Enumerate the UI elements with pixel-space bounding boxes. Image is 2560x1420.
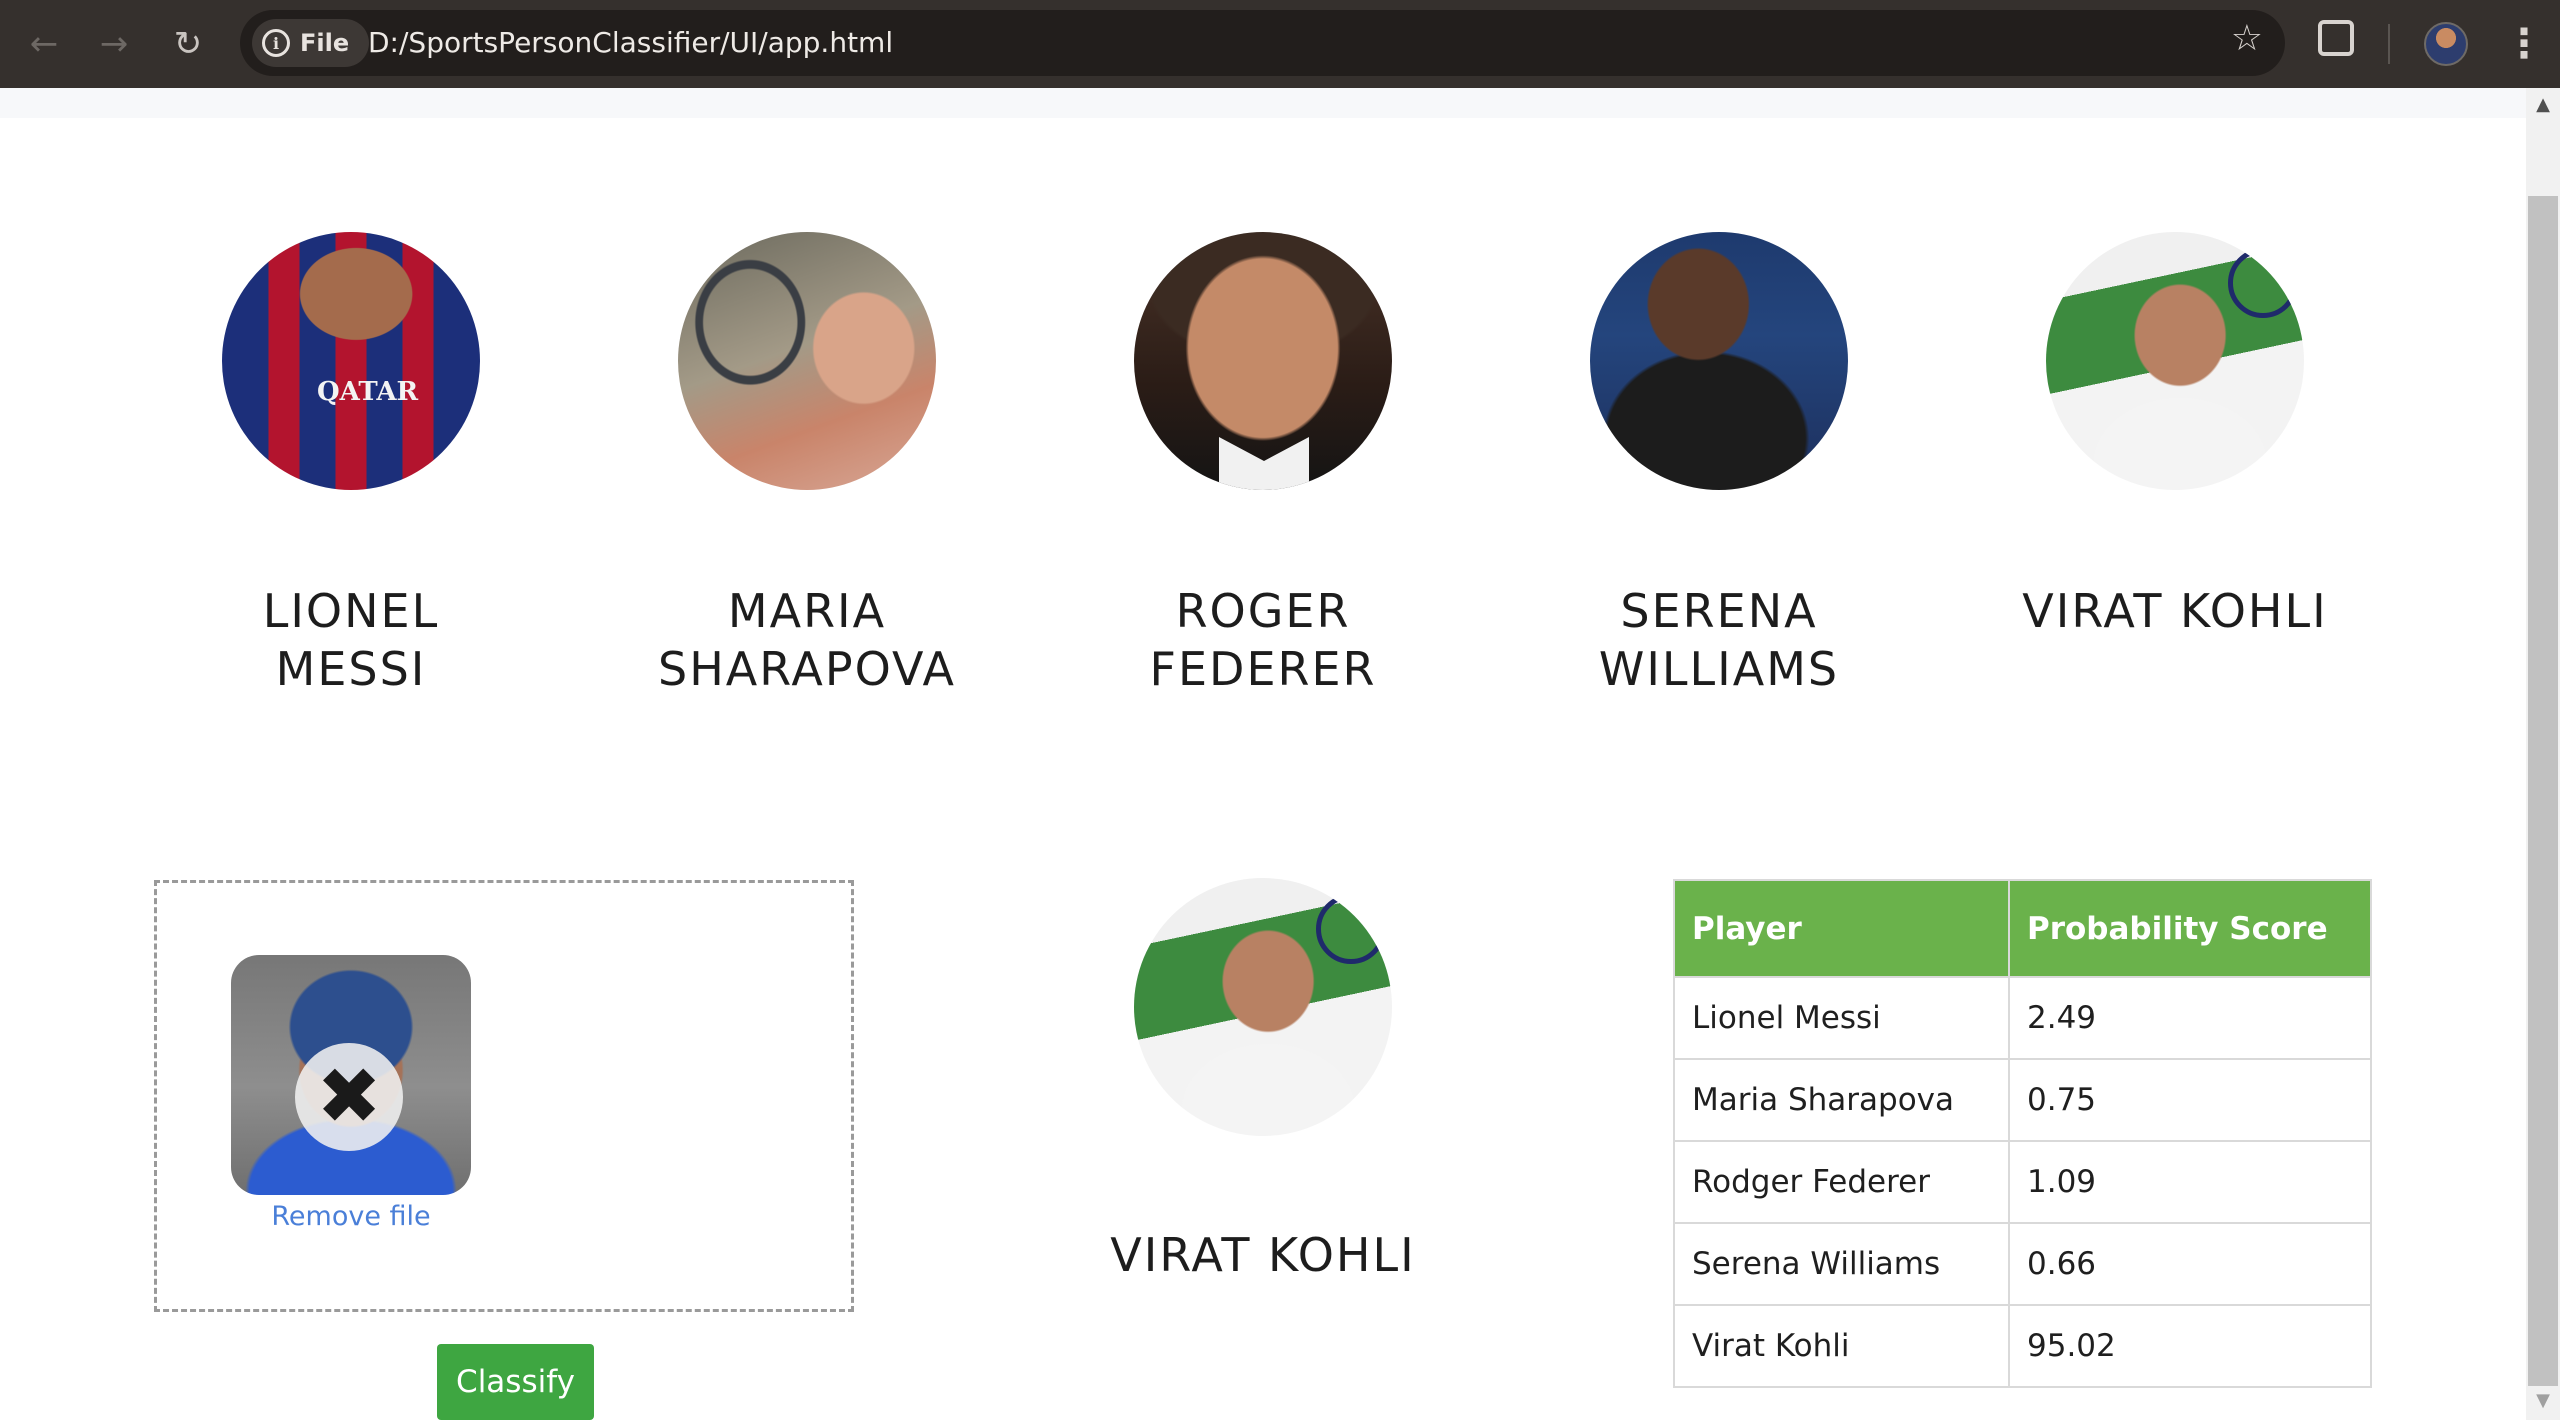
probability-table: Player Probability Score Lionel Messi 2.… bbox=[1673, 879, 2372, 1388]
player-first-name: MARIA bbox=[727, 584, 887, 638]
classify-button[interactable]: Classify bbox=[437, 1344, 594, 1420]
scrollbar-thumb[interactable] bbox=[2528, 196, 2558, 1386]
column-header-player: Player bbox=[1673, 879, 2010, 978]
forward-icon[interactable]: → bbox=[88, 18, 140, 70]
address-bar[interactable]: i File D:/SportsPersonClassifier/UI/app.… bbox=[240, 10, 2285, 76]
result-player-name: VIRAT KOHLI bbox=[1110, 1228, 1416, 1282]
player-name: ROGER FEDERER bbox=[1035, 582, 1491, 698]
profile-avatar[interactable] bbox=[2424, 22, 2468, 66]
player-first-name: LIONEL bbox=[262, 584, 440, 638]
jersey-text: QATAR bbox=[317, 377, 419, 407]
more-menu-icon[interactable]: ⋮ bbox=[2504, 20, 2544, 68]
player-last-name: WILLIAMS bbox=[1598, 642, 1840, 696]
remove-file-link[interactable]: Remove file bbox=[231, 1201, 471, 1232]
table-row: Lionel Messi 2.49 bbox=[1673, 976, 2372, 1060]
reload-icon[interactable]: ↻ bbox=[162, 18, 214, 70]
player-card-serena: SERENA WILLIAMS bbox=[1491, 232, 1947, 698]
classification-result: VIRAT KOHLI bbox=[1035, 878, 1491, 1282]
score-cell: 0.75 bbox=[2008, 1058, 2372, 1142]
player-name: MARIA SHARAPOVA bbox=[579, 582, 1035, 698]
player-full-name: VIRAT KOHLI bbox=[2022, 584, 2328, 638]
table-row: Serena Williams 0.66 bbox=[1673, 1222, 2372, 1306]
player-card-federer: ROGER FEDERER bbox=[1035, 232, 1491, 698]
table-row: Maria Sharapova 0.75 bbox=[1673, 1058, 2372, 1142]
player-photo-federer bbox=[1134, 232, 1392, 490]
player-cell: Serena Williams bbox=[1673, 1222, 2010, 1306]
extensions-icon[interactable] bbox=[2318, 20, 2354, 56]
player-photo-messi: QATAR bbox=[222, 232, 480, 490]
player-photo-sharapova bbox=[678, 232, 936, 490]
table-row: Rodger Federer 1.09 bbox=[1673, 1140, 2372, 1224]
remove-file-icon[interactable]: ✖ bbox=[295, 1043, 403, 1151]
player-name: SERENA WILLIAMS bbox=[1491, 582, 1947, 698]
score-cell: 2.49 bbox=[2008, 976, 2372, 1060]
player-cell: Virat Kohli bbox=[1673, 1304, 2010, 1388]
player-card-sharapova: MARIA SHARAPOVA bbox=[579, 232, 1035, 698]
table-row: Virat Kohli 95.02 bbox=[1673, 1304, 2372, 1388]
column-header-probability: Probability Score bbox=[2008, 879, 2372, 978]
scroll-down-arrow-icon[interactable]: ▼ bbox=[2526, 1390, 2560, 1414]
player-photo-kohli bbox=[2046, 232, 2304, 490]
toolbar-divider bbox=[2388, 24, 2390, 64]
table-header-row: Player Probability Score bbox=[1673, 879, 2372, 978]
page-top-strip bbox=[0, 88, 2526, 118]
browser-toolbar: ← → ↻ i File D:/SportsPersonClassifier/U… bbox=[0, 0, 2560, 88]
result-player-photo bbox=[1134, 878, 1392, 1136]
info-icon: i bbox=[262, 29, 290, 57]
back-icon[interactable]: ← bbox=[18, 18, 70, 70]
player-cell: Lionel Messi bbox=[1673, 976, 2010, 1060]
scroll-up-arrow-icon[interactable]: ▲ bbox=[2526, 94, 2560, 118]
player-cell: Rodger Federer bbox=[1673, 1140, 2010, 1224]
score-cell: 1.09 bbox=[2008, 1140, 2372, 1224]
player-card-messi: QATAR LIONEL MESSI bbox=[123, 232, 579, 698]
player-cell: Maria Sharapova bbox=[1673, 1058, 2010, 1142]
player-name: VIRAT KOHLI bbox=[1947, 582, 2403, 640]
player-last-name: FEDERER bbox=[1149, 642, 1377, 696]
site-info-chip[interactable]: i File bbox=[252, 19, 370, 67]
url-text[interactable]: D:/SportsPersonClassifier/UI/app.html bbox=[368, 10, 893, 76]
player-photo-serena bbox=[1590, 232, 1848, 490]
player-last-name: SHARAPOVA bbox=[658, 642, 956, 696]
player-name: LIONEL MESSI bbox=[123, 582, 579, 698]
player-last-name: MESSI bbox=[275, 642, 427, 696]
player-card-kohli: VIRAT KOHLI bbox=[1947, 232, 2403, 640]
file-chip-label: File bbox=[300, 29, 350, 57]
player-first-name: ROGER bbox=[1175, 584, 1351, 638]
score-cell: 95.02 bbox=[2008, 1304, 2372, 1388]
score-cell: 0.66 bbox=[2008, 1222, 2372, 1306]
player-first-name: SERENA bbox=[1620, 584, 1818, 638]
bookmark-star-icon[interactable]: ☆ bbox=[2231, 18, 2263, 59]
upload-dropzone[interactable]: ✖ Remove file bbox=[154, 880, 854, 1312]
